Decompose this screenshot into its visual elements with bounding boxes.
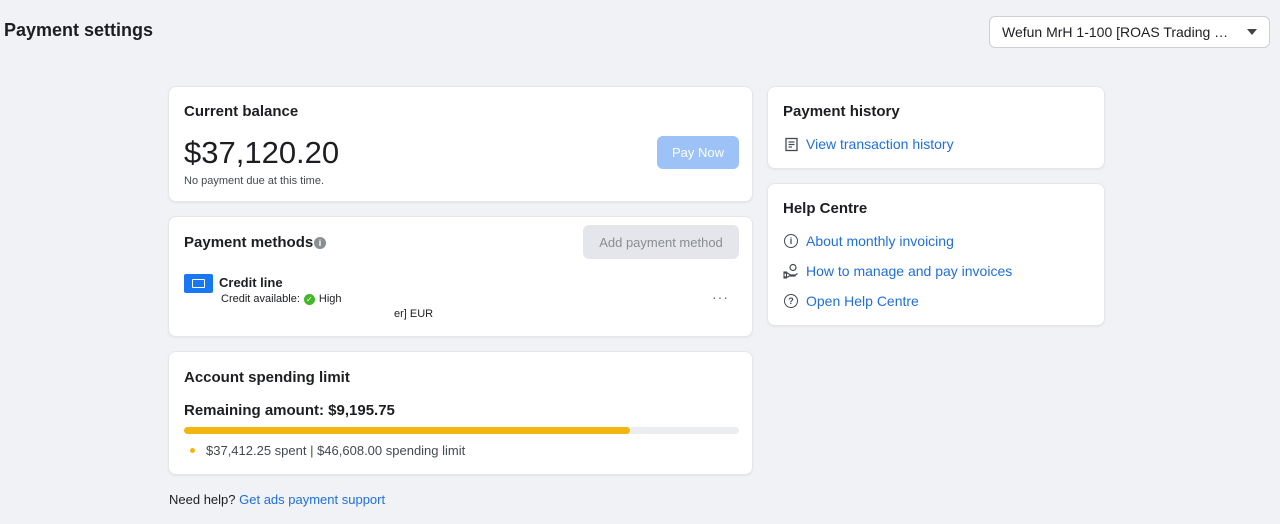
add-payment-method-button[interactable]: Add payment method	[583, 225, 739, 259]
help-link-row[interactable]: i About monthly invoicing	[783, 233, 954, 249]
legend-dot-icon	[190, 448, 195, 453]
info-icon: i	[783, 233, 799, 249]
pay-now-button[interactable]: Pay Now	[657, 136, 739, 169]
help-centre-card: Help Centre i About monthly invoicing Ho…	[767, 183, 1105, 326]
about-monthly-invoicing-link[interactable]: About monthly invoicing	[806, 233, 954, 249]
check-circle-icon: ✓	[303, 293, 315, 305]
payment-methods-title: Payment methods	[184, 234, 314, 251]
credit-line-icon	[184, 274, 213, 293]
spent-summary-text: $37,412.25 spent | $46,608.00 spending l…	[206, 443, 466, 458]
manage-pay-invoices-link[interactable]: How to manage and pay invoices	[806, 263, 1012, 279]
spending-progress-bar	[184, 427, 739, 434]
redacted-text	[219, 310, 389, 320]
more-options-button[interactable]: ···	[712, 289, 729, 305]
credit-line-currency: er] EUR	[394, 308, 434, 320]
open-help-centre-link[interactable]: Open Help Centre	[806, 293, 919, 309]
hand-money-icon	[783, 263, 799, 279]
credit-line-name: Credit line	[219, 275, 283, 290]
need-help: Need help? Get ads payment support	[169, 492, 385, 507]
account-selector[interactable]: Wefun MrH 1-100 [ROAS Trading HTE...	[989, 16, 1270, 48]
current-balance-card: Current balance $37,120.20 No payment du…	[168, 86, 753, 202]
help-link-row[interactable]: How to manage and pay invoices	[783, 263, 1012, 279]
spending-limit-card: Account spending limit Remaining amount:…	[168, 351, 753, 475]
credit-available: Credit available: ✓ High	[221, 293, 342, 305]
balance-amount: $37,120.20	[184, 135, 340, 170]
remaining-amount: Remaining amount: $9,195.75	[184, 402, 395, 419]
question-icon: ?	[783, 293, 799, 309]
need-help-text: Need help?	[169, 492, 236, 507]
spending-progress-fill	[184, 427, 630, 434]
credit-available-value: High	[318, 293, 342, 305]
account-selector-label: Wefun MrH 1-100 [ROAS Trading HTE...	[1002, 24, 1237, 40]
payment-methods-card: Payment methods i Add payment method Cre…	[168, 216, 753, 337]
payment-support-link[interactable]: Get ads payment support	[239, 492, 385, 507]
balance-note: No payment due at this time.	[184, 175, 325, 187]
help-link-row[interactable]: ? Open Help Centre	[783, 293, 919, 309]
info-icon[interactable]: i	[314, 237, 326, 249]
page-title: Payment settings	[4, 20, 154, 40]
view-transaction-history-row[interactable]: View transaction history	[783, 136, 954, 152]
receipt-icon	[783, 136, 799, 152]
view-transaction-history-link[interactable]: View transaction history	[806, 136, 954, 152]
credit-available-label: Credit available:	[221, 293, 300, 305]
payment-history-card: Payment history View transaction history	[767, 86, 1105, 169]
payment-history-title: Payment history	[783, 103, 900, 120]
caret-down-icon	[1247, 29, 1257, 35]
spent-summary: $37,412.25 spent | $46,608.00 spending l…	[190, 443, 465, 458]
spending-limit-title: Account spending limit	[184, 369, 350, 386]
help-centre-title: Help Centre	[783, 200, 868, 217]
current-balance-title: Current balance	[184, 103, 299, 120]
